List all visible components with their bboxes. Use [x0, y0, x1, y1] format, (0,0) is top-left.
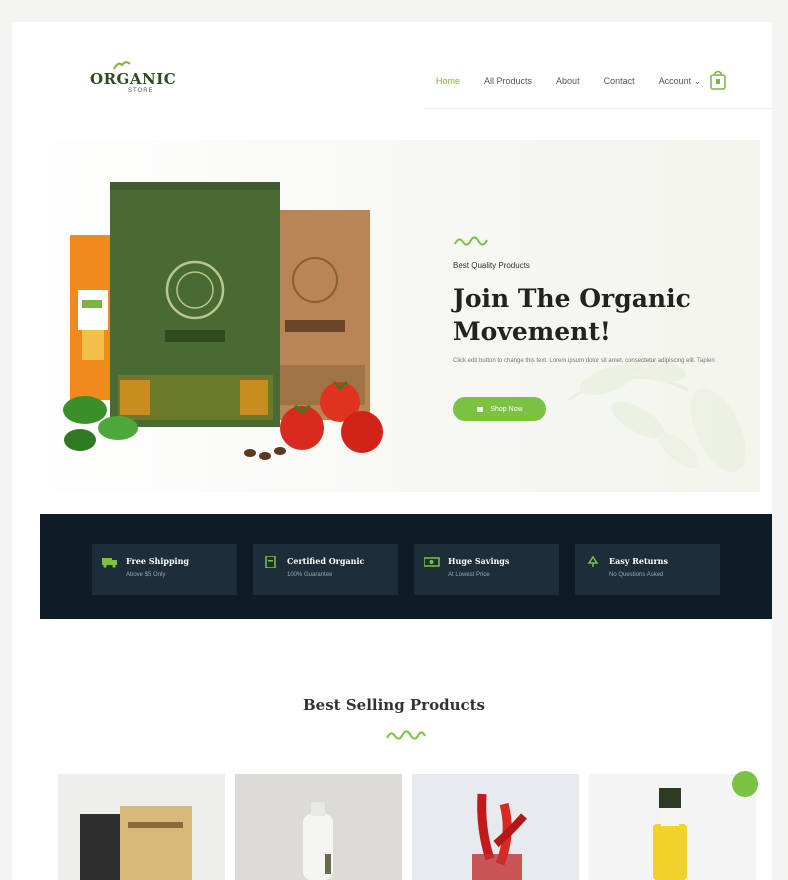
- shopping-bag-icon[interactable]: [710, 70, 726, 90]
- feature-huge-savings: Huge Savings At Lowest Price: [414, 544, 559, 595]
- feature-easy-returns: Easy Returns No Questions Asked: [575, 544, 720, 595]
- features-band: Free Shipping Above $5 Only Certified Or…: [40, 514, 772, 619]
- shop-now-label: Shop Now: [490, 405, 523, 413]
- squiggle-divider-icon: [386, 730, 426, 740]
- feature-title: Easy Returns: [609, 556, 669, 566]
- nav-item-home[interactable]: Home: [436, 76, 460, 87]
- header-divider: [424, 108, 772, 109]
- product-image: [653, 788, 687, 880]
- main-nav: Home All Products About Contact Account …: [436, 76, 725, 87]
- squiggle-divider-icon: [454, 236, 488, 246]
- hero-eyebrow: Best Quality Products: [453, 261, 530, 270]
- nav-item-account[interactable]: Account ⌄: [659, 76, 702, 87]
- product-card[interactable]: [412, 774, 579, 880]
- recycle-icon: [587, 556, 599, 567]
- feature-subtitle: Above $5 Only: [126, 572, 166, 578]
- product-image: [472, 793, 527, 880]
- certificate-icon: [265, 556, 276, 568]
- feature-free-shipping: Free Shipping Above $5 Only: [92, 544, 237, 595]
- hero-product-image: [63, 182, 383, 460]
- nav-item-about[interactable]: About: [556, 76, 580, 87]
- product-card[interactable]: [58, 774, 225, 880]
- product-image: [303, 802, 333, 880]
- feature-subtitle: 100% Guarantee: [287, 572, 333, 578]
- feature-certified-organic: Certified Organic 100% Guarantee: [253, 544, 398, 595]
- logo[interactable]: ORGANIC STORE: [90, 60, 176, 100]
- product-image: [80, 806, 192, 880]
- feature-title: Free Shipping: [126, 556, 189, 566]
- shop-now-button[interactable]: Shop Now: [453, 397, 546, 421]
- money-icon: [424, 557, 440, 567]
- cart-icon: [477, 407, 484, 412]
- nav-item-all-products[interactable]: All Products: [484, 76, 532, 87]
- logo-text: ORGANIC: [90, 70, 177, 88]
- sale-badge: [732, 771, 758, 797]
- leaf-icon: [113, 61, 131, 70]
- feature-title: Certified Organic: [287, 556, 365, 566]
- feature-title: Huge Savings: [448, 556, 510, 566]
- best-selling-title: Best Selling Products: [303, 696, 485, 714]
- feature-subtitle: No Questions Asked: [609, 572, 664, 578]
- feature-subtitle: At Lowest Price: [448, 572, 490, 578]
- truck-icon: [102, 558, 117, 568]
- hero-description: Click edit button to change this text. L…: [453, 358, 715, 364]
- product-card[interactable]: [589, 774, 756, 880]
- hero-title: Join The Organic Movement!: [453, 284, 691, 346]
- nav-item-contact[interactable]: Contact: [604, 76, 635, 87]
- logo-subtext: STORE: [128, 88, 154, 94]
- product-card[interactable]: [235, 774, 402, 880]
